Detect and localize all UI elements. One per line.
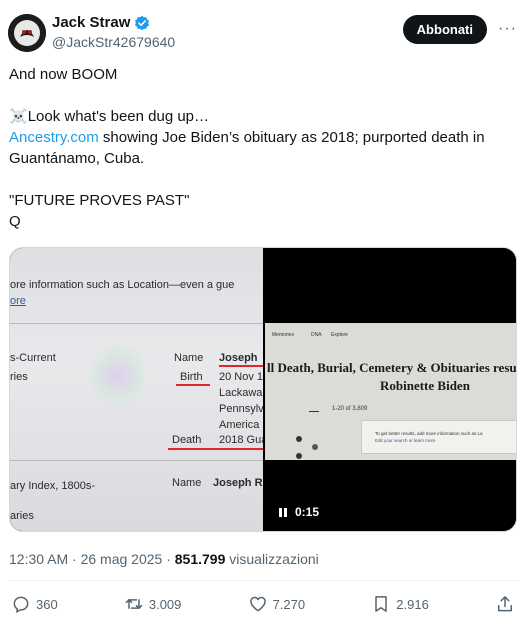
bookmark-button[interactable]: 2.916 (371, 594, 429, 614)
video-duration: 0:15 (295, 505, 320, 519)
photo-name2-label: Name (172, 477, 202, 489)
more-options-icon[interactable]: ··· (498, 20, 517, 38)
photo-death-label: Death (172, 434, 202, 446)
photo-birth-label: Birth (180, 371, 203, 383)
tweet-text: And now BOOM ☠️Look what's been dug up… … (9, 64, 521, 232)
repost-button[interactable]: 3.009 (124, 594, 182, 614)
author-name[interactable]: Jack Straw (52, 14, 130, 32)
video-title-line1: ll Death, Burial, Cemetery & Obituaries … (267, 360, 517, 375)
like-count: 7.270 (272, 596, 306, 612)
video-player[interactable]: Memories DNA Explore ll Death, Burial, C… (265, 248, 517, 531)
view-count: 851.799 (174, 551, 226, 567)
pencil-icon (309, 405, 319, 412)
video-note-link: Edit your search or learn more (375, 438, 436, 443)
photo-death-value: 2018 Gua (219, 434, 263, 446)
tweet-line: And now BOOM (9, 66, 118, 83)
video-nav: DNA (311, 332, 322, 338)
skull-emoji-icon: ☠️ (9, 108, 28, 125)
photo-birth-place: Lackawa (219, 387, 263, 399)
photo-birth-place: America (219, 419, 260, 431)
video-note-box (361, 420, 516, 454)
subscribe-button[interactable]: Abbonati (402, 15, 487, 44)
ancestry-link[interactable]: Ancestry.com (9, 129, 99, 146)
photo-birth-place: Pennsylv (219, 403, 263, 415)
author-handle[interactable]: @JackStr42679640 (52, 33, 175, 51)
pause-icon[interactable] (279, 507, 287, 517)
tweet-line: Q (9, 213, 21, 230)
video-frame: Memories DNA Explore ll Death, Burial, C… (265, 323, 517, 460)
photo-birth-value: 20 Nov 1 (219, 371, 263, 383)
radio-icon (312, 444, 318, 450)
tweet-line: Ancestry.com showing Joe Biden’s obituar… (9, 127, 521, 169)
bookmark-count: 2.916 (396, 596, 429, 612)
divider (9, 580, 520, 581)
photo-name2-value: Joseph R (213, 477, 263, 489)
tweet-line: ☠️Look what's been dug up… (9, 106, 521, 127)
video-title-line2: Robinette Biden (380, 378, 470, 393)
views-label: visualizzazioni (225, 551, 319, 567)
photo-index-label: ary Index, 1800s- (10, 480, 95, 492)
verified-badge-icon[interactable] (134, 15, 150, 31)
bookmark-icon (375, 596, 388, 612)
tweet-timestamp[interactable]: 12:30 AM · 26 mag 2025 · (9, 551, 175, 567)
photo-more-link: ore (10, 295, 26, 307)
video-nav: Memories (272, 332, 294, 338)
tweet-meta: 12:30 AM · 26 mag 2025 · 851.799 visuali… (9, 551, 319, 567)
photo-col1-b: ries (10, 371, 28, 383)
tweet-header: Jack Straw @JackStr42679640 Abbonati ··· (8, 10, 521, 54)
tweet-line: "FUTURE PROVES PAST" (9, 192, 190, 209)
share-button[interactable] (495, 594, 515, 614)
reply-count: 360 (36, 596, 58, 612)
photo-name-label: Name (174, 352, 204, 364)
photo-ancestry-record[interactable]: ore information such as Location—even a … (10, 248, 263, 531)
share-icon (497, 596, 512, 612)
media-grid: ore information such as Location—even a … (9, 247, 517, 532)
video-note-text: To get better results, add more informat… (375, 431, 483, 436)
repost-count: 3.009 (148, 596, 182, 612)
photo-text-top: ore information such as Location—even a … (10, 279, 235, 291)
tweet-line-text: Look what's been dug up… (27, 108, 210, 125)
video-result-count: 1-20 of 3,809 (332, 406, 368, 412)
repost-icon (125, 599, 143, 609)
like-button[interactable]: 7.270 (248, 594, 306, 614)
video-nav: Explore (331, 332, 348, 338)
action-bar: 360 3.009 7.270 2.916 (11, 594, 515, 614)
photo-col1-a: s-Current (10, 352, 56, 364)
radio-icon (296, 453, 302, 459)
author-info: Jack Straw @JackStr42679640 (52, 14, 175, 51)
author-avatar[interactable] (8, 14, 46, 52)
photo-index-b: aries (10, 510, 34, 522)
reply-icon (13, 596, 29, 613)
heart-icon (249, 596, 266, 612)
reply-button[interactable]: 360 (11, 594, 58, 614)
radio-icon (296, 436, 302, 442)
video-controls[interactable]: 0:15 (279, 505, 319, 519)
photo-name-value: Joseph (219, 352, 258, 364)
